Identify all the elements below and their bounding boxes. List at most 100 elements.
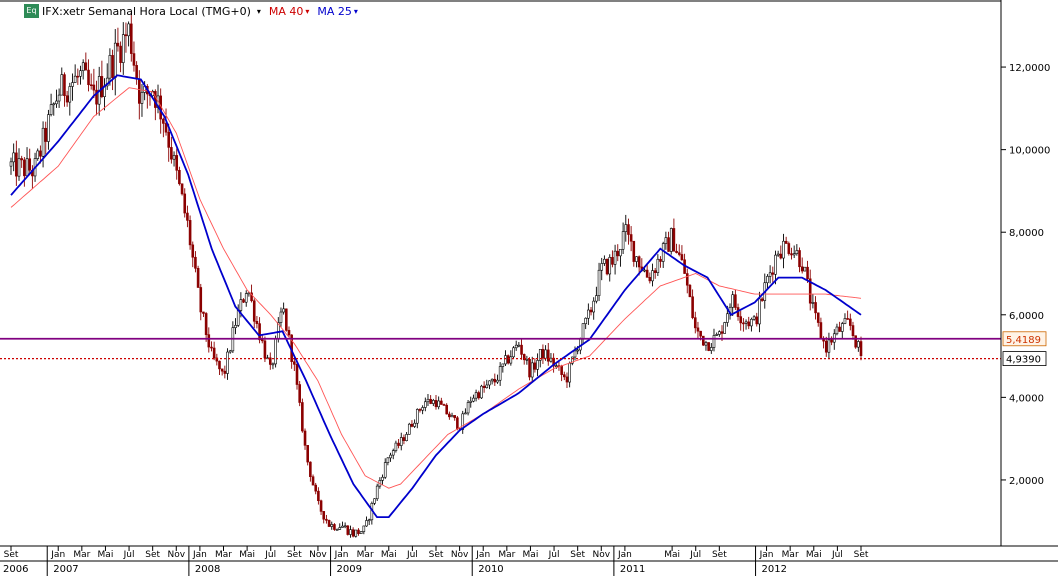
- candle-body: [506, 355, 510, 364]
- candle-body: [397, 442, 400, 446]
- candle-body: [723, 322, 726, 334]
- candle-body: [752, 316, 756, 320]
- candle-body: [236, 310, 240, 326]
- candle-body: [65, 95, 69, 103]
- candle-body: [357, 529, 360, 534]
- candle-body: [453, 415, 457, 419]
- candle-body: [560, 365, 563, 375]
- candle-body: [645, 269, 649, 278]
- candle-body: [25, 158, 29, 177]
- candle-body: [36, 150, 40, 159]
- candle-body: [581, 323, 585, 340]
- candle-body: [68, 86, 72, 103]
- candle-body: [252, 300, 256, 322]
- candle-body: [191, 244, 195, 258]
- candle-body: [327, 520, 331, 527]
- candle-body: [341, 525, 344, 528]
- candle-body: [354, 529, 358, 537]
- candle-body: [474, 392, 478, 399]
- candle-body: [79, 70, 82, 77]
- candle-body: [405, 434, 408, 441]
- instrument-title[interactable]: IFX:xetr Semanal Hora Local (TMG+0): [42, 5, 251, 18]
- candle-body: [600, 263, 604, 271]
- candle-body: [469, 400, 473, 403]
- candle-body: [306, 445, 309, 463]
- candle-body: [464, 412, 467, 415]
- candle-body: [707, 342, 710, 351]
- candle: [707, 342, 710, 352]
- candle-body: [410, 423, 414, 427]
- candle-body: [648, 277, 652, 282]
- candle-body: [744, 321, 748, 324]
- candle-body: [701, 335, 705, 346]
- candle-body: [661, 243, 665, 262]
- candle-body: [303, 430, 307, 446]
- month-tick-label: Nov: [592, 550, 610, 560]
- candle-body: [798, 250, 801, 268]
- candle-body: [849, 318, 852, 326]
- candle-body: [731, 294, 734, 308]
- candle: [298, 381, 301, 407]
- candle-body: [57, 94, 61, 102]
- candle-body: [720, 331, 724, 334]
- candle-body: [52, 103, 56, 106]
- candle-body: [779, 253, 783, 259]
- ma40-dropdown-icon[interactable]: ▾: [305, 7, 309, 16]
- month-tick-label: Mar: [73, 550, 90, 560]
- candle: [466, 400, 470, 416]
- candle-body: [298, 384, 301, 403]
- ma25-label[interactable]: MA 25: [317, 5, 352, 18]
- candle-body: [771, 272, 775, 275]
- candle-body: [675, 250, 678, 254]
- candle-body: [525, 359, 529, 361]
- candle-body: [367, 519, 371, 522]
- candle-body: [549, 357, 553, 362]
- candle-body: [619, 248, 622, 257]
- ma40-label[interactable]: MA 40: [269, 5, 304, 18]
- title-dropdown-icon[interactable]: ▾: [257, 7, 261, 16]
- candle-body: [576, 349, 579, 352]
- candle-body: [795, 250, 799, 255]
- candle-body: [81, 62, 85, 71]
- candle-body: [170, 147, 173, 160]
- candle-body: [755, 316, 759, 325]
- candle-body: [840, 323, 844, 332]
- candle: [669, 227, 673, 255]
- candle-body: [207, 334, 211, 348]
- candle-body: [512, 347, 515, 358]
- candle-body: [792, 253, 796, 256]
- price-chart[interactable]: 5,4189 4,9390 2,0000 4,0000 6,0000 8,0000 10,…: [0, 0, 1058, 576]
- candle-body: [605, 258, 609, 275]
- candle-body: [843, 318, 847, 324]
- candle-body: [274, 338, 277, 365]
- candle-body: [718, 331, 721, 335]
- candle: [605, 258, 609, 276]
- month-tick-label: Mai: [98, 550, 114, 560]
- candle-body: [108, 55, 112, 79]
- candle-body: [806, 266, 809, 280]
- candle-body: [260, 339, 264, 342]
- candle-body: [28, 158, 32, 171]
- candle-body: [766, 276, 769, 284]
- candle-body: [448, 413, 451, 418]
- month-tick-label: Mai: [381, 550, 397, 560]
- candle-body: [349, 529, 352, 535]
- candle-body: [710, 347, 713, 351]
- candle-body: [589, 309, 593, 313]
- ma25-dropdown-icon[interactable]: ▾: [354, 7, 358, 16]
- candle-body: [373, 498, 376, 504]
- equity-badge: Eq: [24, 4, 39, 18]
- month-tick-label: Jan: [50, 550, 65, 560]
- price-tick-label: 4,0000: [1009, 393, 1044, 404]
- candle: [188, 215, 192, 250]
- price-tick-label: 6,0000: [1009, 311, 1044, 322]
- candle-body: [73, 75, 77, 83]
- candle-body: [223, 370, 227, 374]
- candle-body: [164, 123, 168, 133]
- candle-body: [271, 363, 275, 366]
- price-tick-label: 10,0000: [1009, 146, 1050, 157]
- candle-body: [311, 476, 315, 486]
- month-tick-label: Set: [429, 550, 444, 560]
- candle-body: [774, 254, 777, 275]
- month-tick-label: Set: [4, 550, 19, 560]
